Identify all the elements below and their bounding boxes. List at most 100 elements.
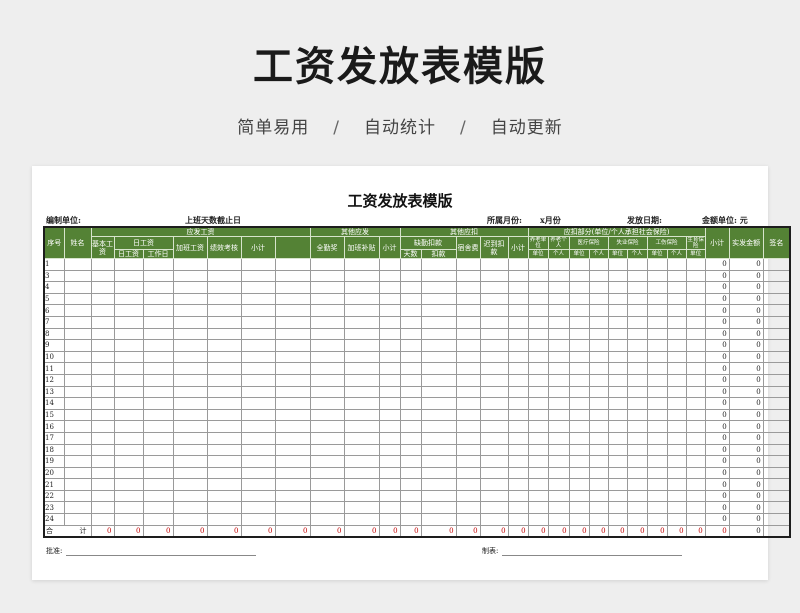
table-cell[interactable] [568, 478, 590, 491]
table-cell[interactable] [568, 304, 590, 317]
table-cell[interactable] [479, 339, 509, 352]
table-cell[interactable] [378, 385, 401, 399]
table-cell[interactable] [206, 466, 242, 480]
table-cell[interactable] [63, 281, 92, 294]
table-cell[interactable] [343, 304, 380, 317]
table-cell[interactable] [309, 350, 345, 364]
table-cell[interactable] [666, 501, 687, 515]
table-cell[interactable] [378, 315, 401, 329]
table-cell[interactable] [479, 513, 509, 526]
table-cell[interactable] [588, 269, 609, 283]
table-cell[interactable] [588, 258, 609, 271]
table-cell[interactable] [527, 513, 549, 526]
table-cell[interactable] [626, 362, 648, 375]
table-cell[interactable] [607, 513, 628, 526]
table-cell[interactable] [762, 513, 791, 526]
table-cell[interactable] [399, 258, 422, 271]
table-cell[interactable] [240, 362, 276, 375]
table-cell[interactable] [142, 339, 174, 352]
table-cell[interactable] [479, 292, 509, 306]
table-cell[interactable] [420, 350, 457, 364]
table-cell[interactable] [90, 420, 115, 433]
table-cell[interactable] [607, 362, 628, 375]
table-cell[interactable] [646, 269, 668, 283]
row-total[interactable]: 0 [704, 292, 730, 306]
table-cell[interactable] [588, 362, 609, 375]
table-cell[interactable] [762, 455, 791, 468]
table-cell[interactable] [666, 466, 687, 480]
table-cell[interactable] [63, 455, 92, 468]
table-cell[interactable] [240, 292, 276, 306]
row-seq[interactable]: 22 [43, 489, 65, 503]
row-seq[interactable]: 8 [43, 327, 65, 341]
table-cell[interactable] [607, 443, 628, 457]
table-cell[interactable] [420, 397, 457, 410]
table-cell[interactable] [240, 408, 276, 422]
table-cell[interactable] [527, 466, 549, 480]
table-cell[interactable] [607, 420, 628, 433]
table-cell[interactable] [455, 443, 481, 457]
table-cell[interactable] [63, 501, 92, 515]
row-net-pay[interactable]: 0 [728, 478, 764, 491]
table-cell[interactable] [568, 373, 590, 387]
table-cell[interactable] [568, 350, 590, 364]
table-cell[interactable] [240, 350, 276, 364]
table-cell[interactable] [547, 327, 570, 341]
table-cell[interactable] [547, 420, 570, 433]
table-cell[interactable] [240, 304, 276, 317]
table-cell[interactable] [507, 350, 529, 364]
table-cell[interactable] [507, 339, 529, 352]
table-cell[interactable] [420, 455, 457, 468]
table-cell[interactable] [685, 443, 706, 457]
table-cell[interactable] [142, 350, 174, 364]
table-cell[interactable] [63, 420, 92, 433]
table-cell[interactable] [343, 385, 380, 399]
table-cell[interactable] [547, 466, 570, 480]
row-net-pay[interactable]: 0 [728, 315, 764, 329]
table-cell[interactable] [240, 420, 276, 433]
table-cell[interactable] [479, 269, 509, 283]
row-net-pay[interactable]: 0 [728, 501, 764, 515]
table-cell[interactable] [172, 397, 208, 410]
table-cell[interactable] [343, 501, 380, 515]
row-total[interactable]: 0 [704, 397, 730, 410]
table-cell[interactable] [685, 501, 706, 515]
table-cell[interactable] [274, 455, 311, 468]
row-total[interactable]: 0 [704, 431, 730, 445]
row-seq[interactable]: 14 [43, 397, 65, 410]
table-cell[interactable] [113, 385, 144, 399]
table-cell[interactable] [762, 258, 791, 271]
table-cell[interactable] [507, 281, 529, 294]
table-cell[interactable] [113, 362, 144, 375]
table-cell[interactable] [568, 315, 590, 329]
table-cell[interactable] [685, 489, 706, 503]
table-cell[interactable] [206, 292, 242, 306]
table-cell[interactable] [479, 397, 509, 410]
row-net-pay[interactable]: 0 [728, 304, 764, 317]
table-cell[interactable] [309, 339, 345, 352]
table-cell[interactable] [113, 420, 144, 433]
table-cell[interactable] [626, 281, 648, 294]
table-cell[interactable] [455, 327, 481, 341]
table-cell[interactable] [568, 489, 590, 503]
table-cell[interactable] [666, 385, 687, 399]
table-cell[interactable] [666, 327, 687, 341]
row-seq[interactable]: 23 [43, 501, 65, 515]
table-cell[interactable] [113, 501, 144, 515]
table-cell[interactable] [240, 443, 276, 457]
table-cell[interactable] [762, 431, 791, 445]
row-seq[interactable]: 18 [43, 443, 65, 457]
table-cell[interactable] [343, 489, 380, 503]
table-cell[interactable] [343, 362, 380, 375]
row-total[interactable]: 0 [704, 327, 730, 341]
table-cell[interactable] [309, 362, 345, 375]
table-cell[interactable] [479, 501, 509, 515]
table-cell[interactable] [420, 269, 457, 283]
table-cell[interactable] [113, 258, 144, 271]
table-cell[interactable] [206, 443, 242, 457]
table-cell[interactable] [142, 501, 174, 515]
table-cell[interactable] [685, 258, 706, 271]
row-seq[interactable]: 20 [43, 466, 65, 480]
table-cell[interactable] [309, 292, 345, 306]
table-cell[interactable] [527, 408, 549, 422]
